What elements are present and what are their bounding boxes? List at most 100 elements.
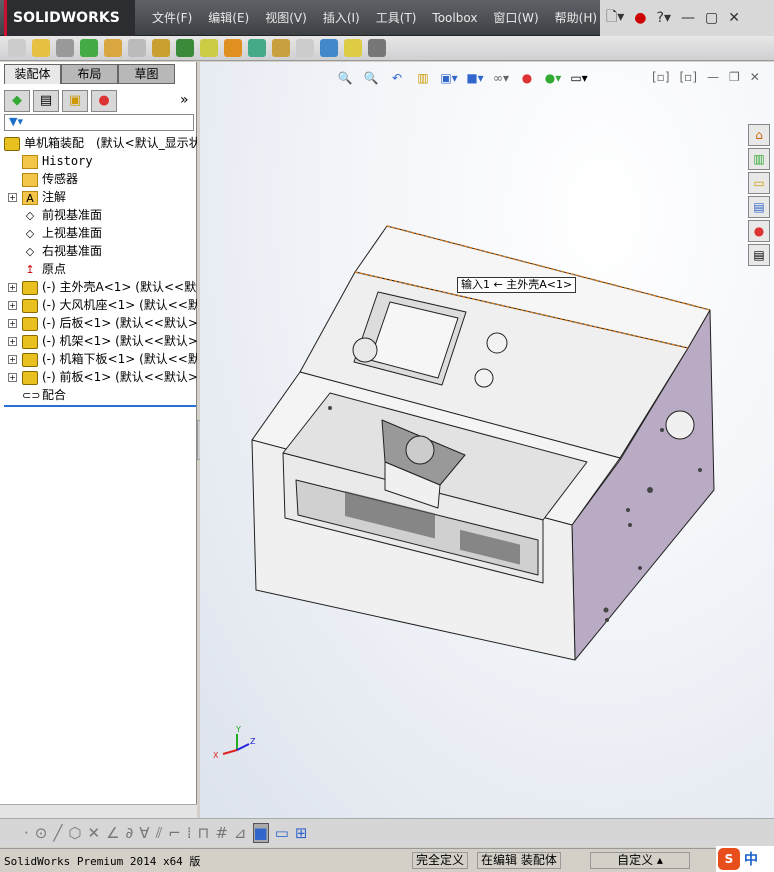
tree-item[interactable]: + A 注解 xyxy=(0,188,197,206)
bill-of-materials-icon[interactable] xyxy=(248,39,266,57)
solidworks-resources-icon[interactable]: ⌂ xyxy=(748,124,770,146)
rectangle-icon[interactable]: ⁞ xyxy=(187,824,192,842)
tab-sketch[interactable]: 草图 xyxy=(118,64,175,84)
interference-icon[interactable] xyxy=(320,39,338,57)
file-explorer-icon[interactable]: ▭ xyxy=(748,172,770,194)
polygon-icon[interactable]: ⬡ xyxy=(68,824,81,842)
tab-assembly[interactable]: 装配体 xyxy=(4,64,61,84)
tree-item[interactable]: + (-) 前板<1> (默认<<默认>_显 xyxy=(0,368,197,386)
tree-item[interactable]: + (-) 后板<1> (默认<<默认>_显 xyxy=(0,314,197,332)
minimize-icon[interactable]: — xyxy=(681,10,695,26)
apply-scene-icon[interactable]: ●▾ xyxy=(544,70,562,86)
expand-icon[interactable]: + xyxy=(8,373,17,382)
exploded-view-icon[interactable] xyxy=(272,39,290,57)
dimension-icon[interactable]: ⊓ xyxy=(198,824,210,842)
maximize-icon[interactable]: ▢ xyxy=(705,10,718,26)
move-component-icon[interactable] xyxy=(128,39,146,57)
circle-icon[interactable]: ⊙ xyxy=(35,824,48,842)
assembly-features-icon[interactable] xyxy=(176,39,194,57)
close-icon[interactable]: ✕ xyxy=(728,10,740,26)
angle-dimension-icon[interactable]: ⊿ xyxy=(234,824,247,842)
menu-window[interactable]: 窗口(W) xyxy=(485,0,546,36)
hide-show-icon[interactable]: ∞▾ xyxy=(492,70,510,86)
custom-properties-icon[interactable]: ▤ xyxy=(748,244,770,266)
viewport-restore-icon[interactable]: ❐ xyxy=(729,70,740,84)
tangent-icon[interactable]: ∂ xyxy=(126,824,134,842)
parallel-icon[interactable]: ⫽ xyxy=(156,824,163,842)
tree-root[interactable]: 单机箱装配 (默认<默认_显示状 xyxy=(0,134,197,152)
perpendicular-icon[interactable]: ∀ xyxy=(139,824,149,842)
design-library-icon[interactable]: ▥ xyxy=(748,148,770,170)
view-palette-icon[interactable]: ▤ xyxy=(748,196,770,218)
expand-chevron-icon[interactable]: » xyxy=(180,92,189,108)
menu-file[interactable]: 文件(F) xyxy=(144,0,200,36)
expand-icon[interactable]: + xyxy=(8,337,17,346)
component-icon[interactable] xyxy=(8,39,26,57)
smart-fasteners-icon[interactable] xyxy=(104,39,122,57)
tree-item[interactable]: ◇ 前视基准面 xyxy=(0,206,197,224)
menu-view[interactable]: 视图(V) xyxy=(257,0,315,36)
viewport-close-icon[interactable]: ✕ xyxy=(750,70,760,84)
show-hidden-icon[interactable] xyxy=(152,39,170,57)
menu-toolbox[interactable]: Toolbox xyxy=(424,0,485,36)
grid-icon[interactable]: # xyxy=(215,824,228,842)
expand-icon[interactable]: + xyxy=(8,283,17,292)
tree-item[interactable]: ◇ 上视基准面 xyxy=(0,224,197,242)
single-view-icon[interactable]: ▭ xyxy=(275,824,289,842)
angle-icon[interactable]: ∠ xyxy=(106,824,119,842)
filter-icon[interactable]: ▼▾ xyxy=(4,114,194,131)
new-motion-study-icon[interactable] xyxy=(224,39,242,57)
menu-insert[interactable]: 插入(I) xyxy=(315,0,368,36)
expand-icon[interactable]: + xyxy=(8,319,17,328)
expand-icon[interactable]: + xyxy=(8,193,17,202)
display-manager-icon[interactable]: ● xyxy=(91,90,117,112)
property-manager-icon[interactable]: ▤ xyxy=(33,90,59,112)
zoom-area-icon[interactable]: 🔍 xyxy=(362,70,380,86)
tree-item[interactable]: ⊂⊃ 配合 xyxy=(0,386,197,404)
units-selector[interactable]: 自定义 ▴ xyxy=(590,852,690,869)
graphics-viewport[interactable]: Y X Z xyxy=(200,62,774,818)
feature-manager-icon[interactable]: ◆ xyxy=(4,90,30,112)
tree-item[interactable]: + (-) 主外壳A<1> (默认<<默认 xyxy=(0,278,197,296)
new-document-icon[interactable]: 🗋▾ xyxy=(606,6,624,30)
tree-item[interactable]: History xyxy=(0,152,197,170)
viewport-minimize-icon[interactable]: — xyxy=(707,70,719,84)
appearances-icon[interactable]: ● xyxy=(748,220,770,242)
trim-icon[interactable]: ✕ xyxy=(88,824,101,842)
tree-item[interactable]: + (-) 大风机座<1> (默认<<默认 xyxy=(0,296,197,314)
display-style-icon[interactable]: ■▾ xyxy=(466,70,484,86)
view-settings-icon[interactable]: ▭▾ xyxy=(570,70,588,86)
ime-indicator[interactable]: S 中 xyxy=(716,846,774,872)
line-icon[interactable]: ╱ xyxy=(53,824,62,842)
tile-right-icon[interactable]: [▫] xyxy=(680,70,698,84)
view-orientation-icon[interactable]: ▣▾ xyxy=(440,70,458,86)
menu-tools[interactable]: 工具(T) xyxy=(368,0,425,36)
mate-icon[interactable] xyxy=(56,39,74,57)
point-icon[interactable]: · xyxy=(24,824,29,842)
tile-left-icon[interactable]: [▫] xyxy=(652,70,670,84)
corner-icon[interactable]: ⌐ xyxy=(168,824,181,842)
tree-item[interactable]: + (-) 机架<1> (默认<<默认>_显 xyxy=(0,332,197,350)
explode-line-icon[interactable] xyxy=(296,39,314,57)
linear-pattern-icon[interactable] xyxy=(80,39,98,57)
menu-edit[interactable]: 编辑(E) xyxy=(200,0,257,36)
tree-item[interactable]: ↥ 原点 xyxy=(0,260,197,278)
zoom-to-fit-icon[interactable]: 🔍 xyxy=(336,70,354,86)
tree-item[interactable]: + (-) 机箱下板<1> (默认<<默认 xyxy=(0,350,197,368)
rebuild-light-icon[interactable]: ● xyxy=(634,10,646,26)
previous-view-icon[interactable]: ↶ xyxy=(388,70,406,86)
tree-item[interactable]: ◇ 右视基准面 xyxy=(0,242,197,260)
insert-component-icon[interactable] xyxy=(32,39,50,57)
expand-icon[interactable]: + xyxy=(8,355,17,364)
horizontal-scrollbar[interactable] xyxy=(0,804,197,818)
help-icon[interactable]: ?▾ xyxy=(657,10,671,26)
configuration-manager-icon[interactable]: ▣ xyxy=(62,90,88,112)
clearance-icon[interactable] xyxy=(344,39,362,57)
tree-item[interactable]: 传感器 xyxy=(0,170,197,188)
reference-geometry-icon[interactable] xyxy=(200,39,218,57)
tab-layout[interactable]: 布局 xyxy=(61,64,118,84)
rollback-bar[interactable] xyxy=(4,405,196,407)
shaded-view-icon[interactable]: ■ xyxy=(252,823,269,843)
menu-help[interactable]: 帮助(H) xyxy=(547,0,605,36)
instant3d-icon[interactable] xyxy=(368,39,386,57)
